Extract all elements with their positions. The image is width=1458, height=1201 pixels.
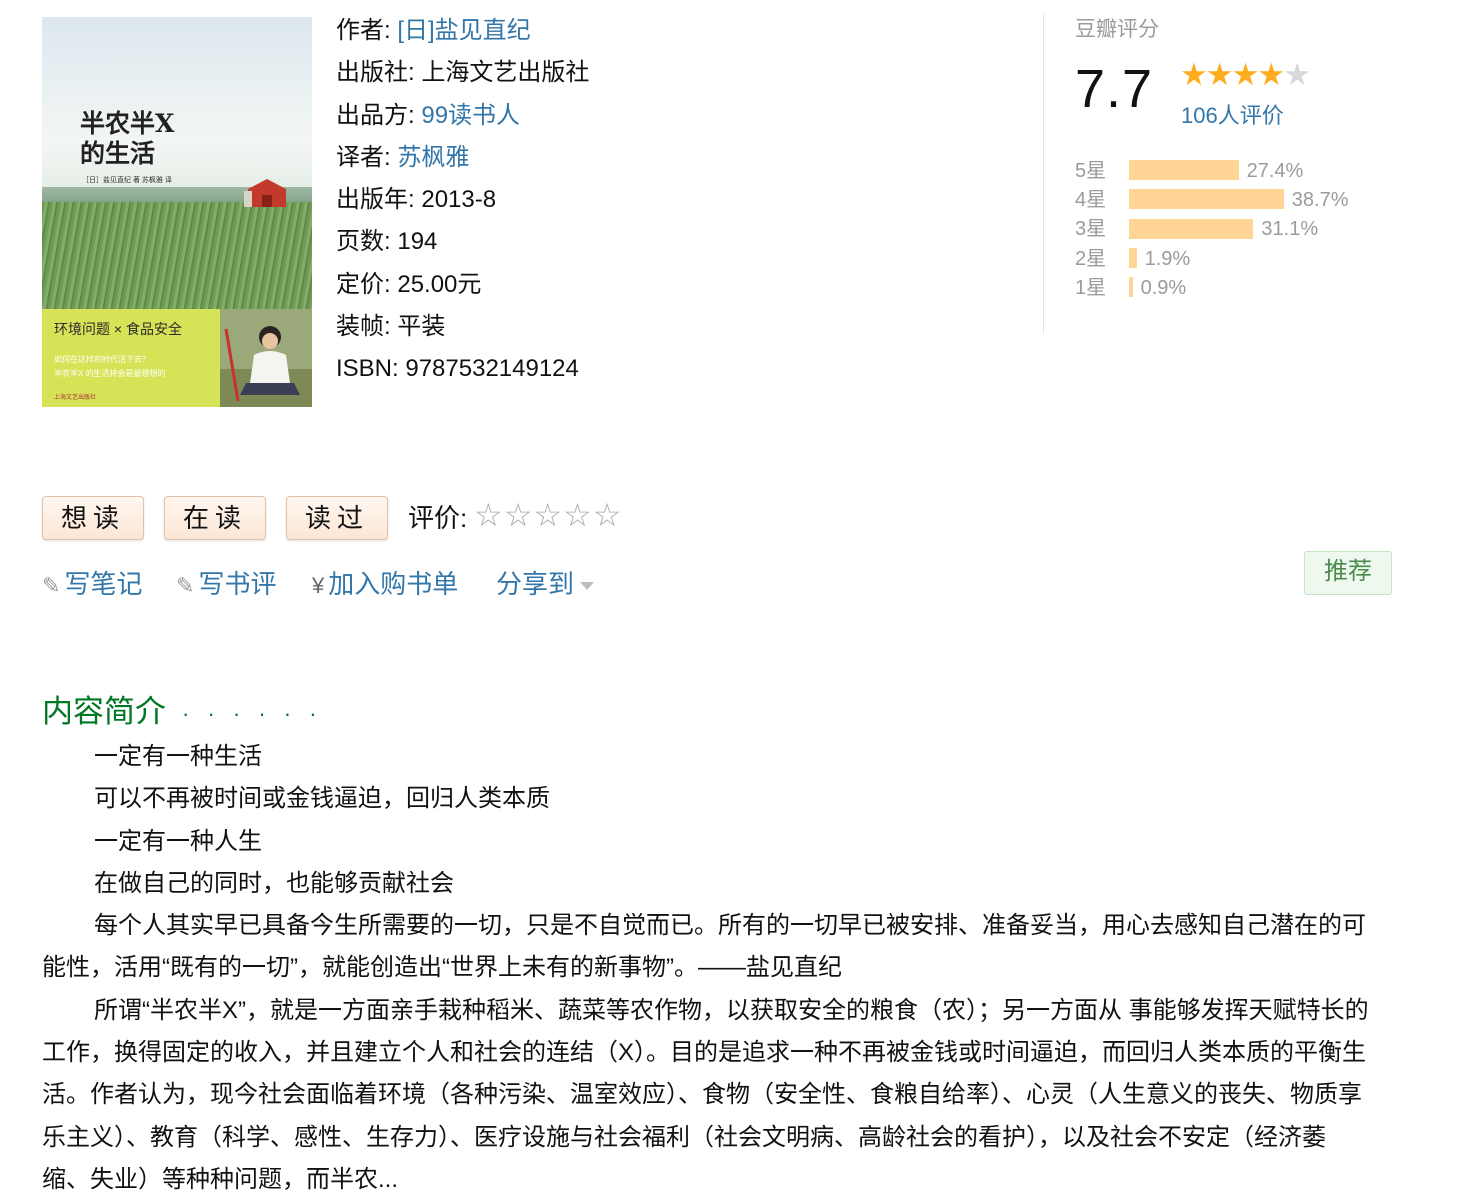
info-translator: 译者: 苏枫雅 — [336, 137, 589, 179]
book-cover[interactable]: 半农半X 的生活 ［日］盐见直纪 著 苏枫雅 译 环境问题 × 食品安全 如何在… — [42, 17, 312, 407]
rating-distribution-row: 3星 31.1% — [1075, 217, 1318, 241]
rating-count-link[interactable]: 106人评价 — [1181, 98, 1284, 130]
chevron-down-icon — [580, 582, 595, 591]
info-author: 作者: [日]盐见直纪 — [336, 10, 589, 52]
star-level-label: 4星 — [1075, 189, 1107, 212]
info-price: 定价: 25.00元 — [336, 264, 589, 306]
info-pages: 页数: 194 — [336, 221, 589, 263]
cover-publisher-mark: 上海文艺出版社 — [54, 395, 97, 401]
translator-link[interactable]: 苏枫雅 — [397, 144, 469, 171]
publisher-value: 上海文艺出版社 — [421, 59, 590, 87]
rating-bar — [1129, 218, 1254, 239]
star-level-label: 3星 — [1075, 218, 1107, 241]
rating-star-icon: ★ — [1283, 57, 1311, 92]
intro-heading-dots: · · · · · · — [182, 700, 323, 726]
rating-star-icon: ★ — [1205, 57, 1234, 92]
rating-distribution-row: 2星 1.9% — [1075, 247, 1190, 271]
share-label: 分享到 — [496, 569, 575, 599]
rating-bar — [1129, 160, 1239, 181]
intro-body: 一定有一种生活可以不再被时间或金钱逼迫，回归人类本质 一定有一种人生在做自己的同时… — [42, 736, 1372, 1201]
rating-percent: 38.7% — [1291, 189, 1349, 212]
intro-paragraph: 一定有一种生活 — [94, 743, 262, 770]
rating-percent: 1.9% — [1144, 247, 1191, 270]
share-dropdown[interactable]: 分享到 — [496, 564, 595, 601]
write-review-link[interactable]: ✎ 写书评 — [176, 564, 276, 601]
rating-distribution-row: 4星 38.7% — [1075, 188, 1349, 212]
isbn-value: 9787532149124 — [405, 355, 579, 383]
cover-sky — [42, 17, 312, 197]
rating-distribution-row: 5星 27.4% — [1075, 159, 1303, 183]
info-year: 出版年: 2013-8 — [336, 179, 589, 221]
pages-value: 194 — [397, 228, 438, 256]
cover-band-heading: 环境问题 × 食品安全 — [54, 321, 182, 337]
rate-stars-input[interactable]: ☆☆☆☆☆ — [474, 496, 622, 534]
isbn-label: ISBN: — [336, 355, 399, 383]
rating-score: 7.7 — [1075, 59, 1154, 119]
price-value: 25.00元 — [397, 270, 482, 298]
rating-bar — [1129, 277, 1133, 298]
rating-percent: 31.1% — [1261, 218, 1319, 241]
info-binding: 装帧: 平装 — [336, 306, 589, 348]
rating-title: 豆瓣评分 — [1075, 18, 1159, 41]
pencil-icon: ✎ — [176, 573, 195, 598]
add-to-cart-label: 加入购书单 — [328, 569, 459, 599]
info-producer: 出品方: 99读书人 — [336, 95, 589, 137]
recommend-button[interactable]: 推荐 — [1304, 551, 1392, 595]
publisher-label: 出版社: — [336, 59, 415, 87]
add-to-cart-link[interactable]: ¥ 加入购书单 — [312, 564, 458, 601]
cover-band-subtitle: 如何在这样的时代活下去？ 半农半X 的生活将会是最理想的 — [54, 355, 166, 378]
write-review-label: 写书评 — [198, 569, 277, 599]
have-read-button[interactable]: 读过 — [286, 496, 388, 540]
year-label: 出版年: — [336, 186, 415, 214]
rate-label: 评价: — [408, 503, 468, 533]
info-isbn: ISBN: 9787532149124 — [336, 348, 589, 390]
info-publisher: 出版社: 上海文艺出版社 — [336, 52, 589, 94]
rating-star-icon: ★ — [1231, 57, 1260, 92]
cover-title: 半农半X 的生活 — [80, 109, 175, 168]
intro-paragraph: 在做自己的同时，也能够贡献社会 — [94, 869, 454, 897]
rating-star-icon: ★ — [1257, 57, 1285, 92]
author-link[interactable]: [日]盐见直纪 — [397, 17, 530, 44]
author-label: 作者: — [336, 17, 391, 44]
rating-star-icon: ★ — [1180, 57, 1208, 92]
write-note-link[interactable]: ✎ 写笔记 — [42, 564, 142, 601]
reading-button[interactable]: 在读 — [164, 496, 266, 540]
intro-paragraph: 每个人其实早已具备今生所需要的一切，只是不自觉而已。所有的一切早已被安排、准备妥… — [42, 912, 1366, 982]
translator-label: 译者: — [336, 143, 391, 171]
rating-distribution-row: 1星 0.9% — [1075, 276, 1186, 300]
cover-author: ［日］盐见直纪 著 苏枫雅 译 — [82, 177, 172, 184]
write-note-label: 写笔记 — [64, 569, 143, 599]
intro-paragraph: 一定有一种人生 — [94, 827, 262, 855]
yen-icon: ¥ — [312, 573, 325, 598]
binding-value: 平装 — [397, 313, 446, 341]
year-value: 2013-8 — [421, 186, 497, 214]
intro-paragraph: 可以不再被时间或金钱逼迫，回归人类本质 — [94, 785, 550, 813]
intro-paragraph: 所谓“半农半X”，就是一方面亲手栽种稻米、蔬菜等农作物，以获取安全的粮食（农）；… — [42, 996, 1369, 1193]
cover-person-illustration — [220, 309, 312, 407]
intro-heading: 内容简介 · · · · · · — [42, 686, 323, 731]
price-label: 定价: — [336, 270, 391, 298]
pages-label: 页数: — [336, 228, 391, 256]
intro-heading-text: 内容简介 — [42, 694, 166, 729]
cover-barn-icon — [244, 179, 286, 207]
producer-label: 出品方: — [336, 101, 415, 129]
rating-stars: ★★★★★ — [1180, 57, 1311, 92]
book-info: 作者: [日]盐见直纪 出版社: 上海文艺出版社 出品方: 99读书人 译者: … — [336, 10, 589, 391]
rating-percent: 27.4% — [1246, 160, 1304, 182]
star-level-label: 2星 — [1075, 247, 1107, 270]
rating-percent: 0.9% — [1140, 276, 1187, 299]
rating-panel: 豆瓣评分 7.7 ★★★★★ 106人评价 5星 27.4% 4星 38.7% 3星 31… — [1043, 14, 1364, 334]
pencil-icon: ✎ — [42, 573, 61, 598]
star-level-label: 5星 — [1075, 160, 1107, 182]
want-to-read-button[interactable]: 想读 — [42, 496, 144, 540]
rating-bar — [1129, 247, 1137, 268]
binding-label: 装帧: — [336, 313, 391, 341]
star-level-label: 1星 — [1075, 276, 1107, 299]
rating-bar — [1129, 189, 1284, 210]
producer-link[interactable]: 99读书人 — [421, 102, 520, 129]
